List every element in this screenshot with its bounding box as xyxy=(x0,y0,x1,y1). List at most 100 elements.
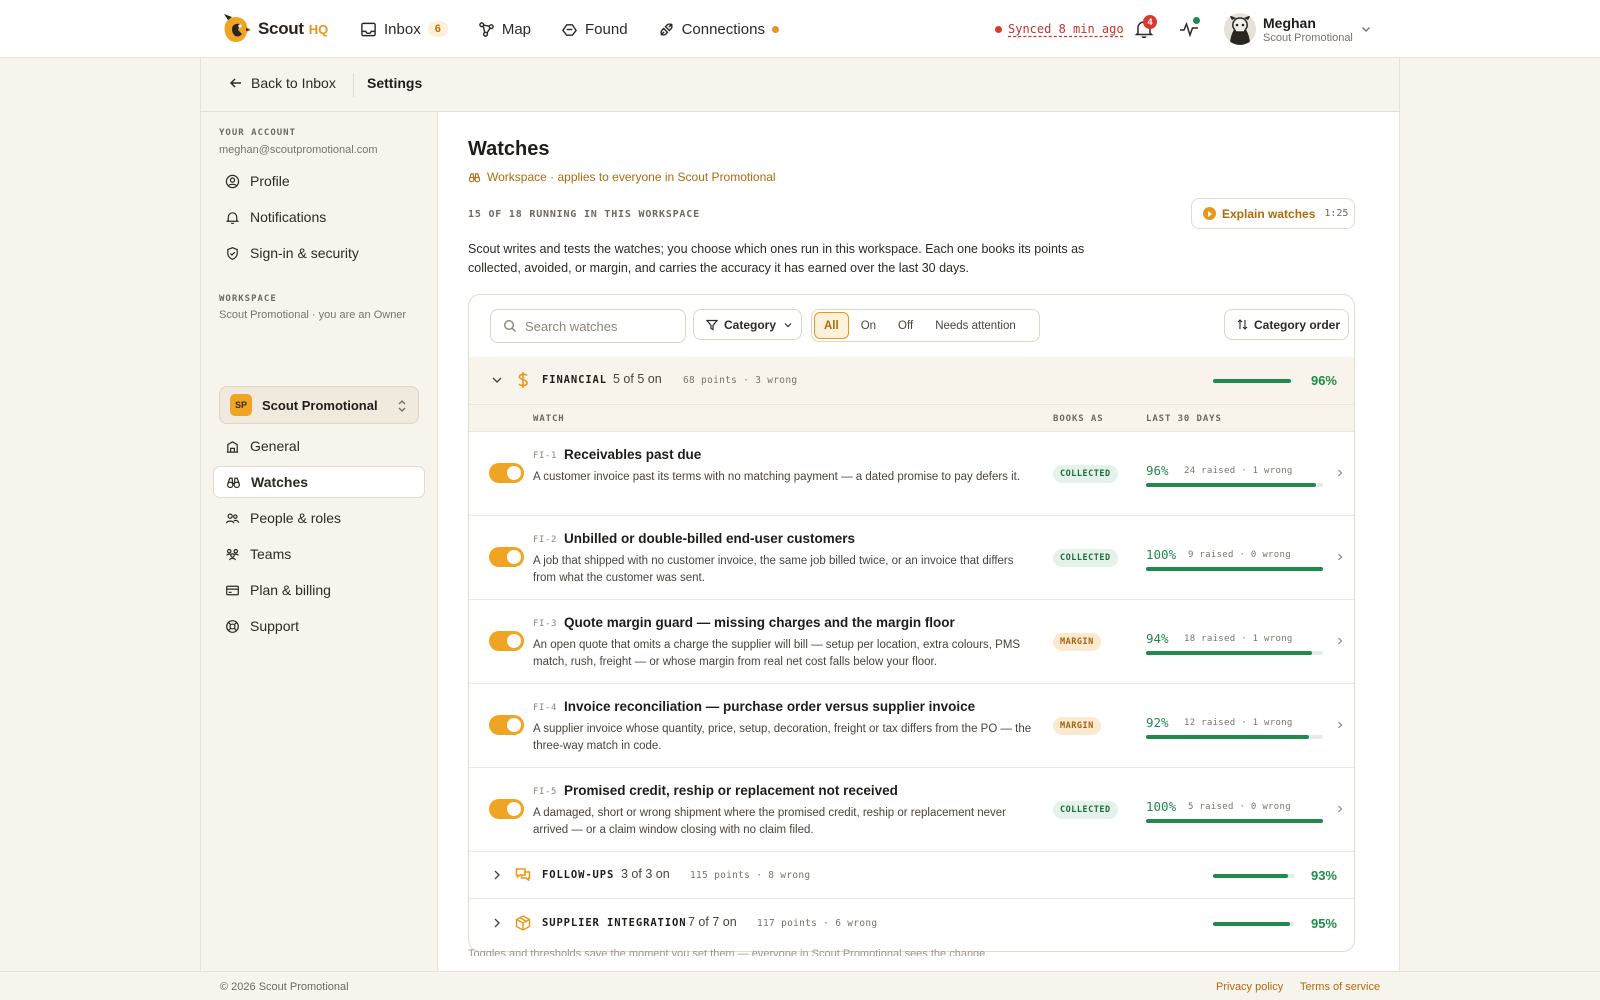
activity-status-dot xyxy=(1193,17,1200,24)
watch-accuracy-fill xyxy=(1146,483,1316,487)
table-row[interactable]: FI-1 Receivables past due A customer inv… xyxy=(469,432,1354,516)
category-order-button[interactable]: Category order xyxy=(1224,309,1349,340)
sidebar-item-profile[interactable]: Profile xyxy=(213,165,425,197)
chevron-down-icon[interactable] xyxy=(1360,23,1372,35)
sidebar-item-label: Support xyxy=(250,618,300,634)
filter-needs-attention[interactable]: Needs attention xyxy=(925,312,1026,339)
watches-toolbar: Search watches Category All On Off Needs… xyxy=(469,295,1354,357)
watch-toggle[interactable] xyxy=(489,631,524,651)
running-count: 15 OF 18 RUNNING IN THIS WORKSPACE xyxy=(468,209,700,220)
sidebar-item-label: People & roles xyxy=(250,510,342,526)
category-row-financial[interactable]: FINANCIAL 5 of 5 on 68 points · 3 wrong … xyxy=(469,357,1354,404)
card-icon xyxy=(226,585,239,595)
chevron-right-icon[interactable] xyxy=(1335,804,1345,814)
watch-toggle[interactable] xyxy=(489,799,524,819)
sidebar-item-label: Notifications xyxy=(250,209,327,225)
chevron-right-icon[interactable] xyxy=(1335,552,1345,562)
watch-toggle[interactable] xyxy=(489,547,524,567)
watch-accuracy-bar xyxy=(1146,567,1323,571)
watch-accuracy-fill xyxy=(1146,651,1313,655)
nav-connections[interactable]: Connections xyxy=(658,21,779,38)
watch-accuracy-fill xyxy=(1146,567,1323,571)
table-row[interactable]: FI-4 Invoice reconciliation — purchase o… xyxy=(469,684,1354,768)
search-input[interactable]: Search watches xyxy=(490,309,686,343)
nav-map[interactable]: Map xyxy=(478,21,531,38)
search-icon xyxy=(503,319,516,332)
package-icon xyxy=(515,915,531,931)
sidebar-item-billing[interactable]: Plan & billing xyxy=(213,574,425,606)
connections-alert-dot xyxy=(771,25,779,33)
category-filter-label: Category xyxy=(724,317,777,332)
chevron-right-icon[interactable] xyxy=(1335,636,1345,646)
watch-accuracy-percent: 94% xyxy=(1146,631,1169,646)
watch-accuracy-percent: 96% xyxy=(1146,463,1169,478)
map-nodes-icon xyxy=(479,21,494,37)
watch-accuracy-fill xyxy=(1146,735,1309,739)
settings-panel: Back to Inbox Settings YOUR ACCOUNT megh… xyxy=(200,58,1400,971)
explain-watches-button[interactable]: Explain watches 1:25 xyxy=(1191,198,1355,229)
workspace-role: Scout Promotional · you are an Owner xyxy=(219,309,407,321)
chevron-down-icon xyxy=(784,322,792,327)
category-row-supplier-integration[interactable]: SUPPLIER INTEGRATION 7 of 7 on 117 point… xyxy=(469,900,1354,947)
category-filter-button[interactable]: Category xyxy=(693,309,802,340)
sidebar-item-general[interactable]: General xyxy=(213,430,425,462)
category-name: FINANCIAL xyxy=(542,374,607,386)
watch-stats: 9 raised · 0 wrong xyxy=(1188,550,1291,560)
watch-toggle[interactable] xyxy=(489,715,524,735)
sidebar-item-watches[interactable]: Watches xyxy=(213,466,425,498)
chevron-right-icon xyxy=(494,870,500,880)
watch-description: An open quote that omits a charge the su… xyxy=(533,639,1021,668)
sidebar-item-label: Profile xyxy=(250,173,290,189)
inbox-icon xyxy=(361,22,376,36)
privacy-policy-link[interactable]: Privacy policy xyxy=(1216,981,1283,993)
category-accuracy-fill xyxy=(1213,874,1289,878)
avatar[interactable] xyxy=(1224,13,1256,45)
user-name: Meghan xyxy=(1263,15,1316,31)
watch-title: Receivables past due xyxy=(564,447,702,462)
sidebar-item-teams[interactable]: Teams xyxy=(213,538,425,570)
watch-table-header: WATCH BOOKS AS LAST 30 DAYS xyxy=(469,404,1354,432)
brand-suffix: HQ xyxy=(308,21,329,37)
sync-status[interactable]: Synced 8 min ago xyxy=(995,22,1124,36)
sidebar-item-people[interactable]: People & roles xyxy=(213,502,425,534)
category-accuracy-percent: 95% xyxy=(1310,916,1337,931)
sidebar-item-support[interactable]: Support xyxy=(213,610,425,642)
category-accuracy-fill xyxy=(1213,379,1291,383)
watches-card: Search watches Category All On Off Needs… xyxy=(468,294,1355,952)
nav-found[interactable]: Found xyxy=(561,21,628,38)
user-menu[interactable]: Meghan Scout Promotional xyxy=(1263,15,1353,44)
nav-inbox[interactable]: Inbox 6 xyxy=(360,21,448,38)
workspace-name: Scout Promotional xyxy=(262,397,378,413)
category-name: SUPPLIER INTEGRATION xyxy=(542,917,687,929)
brand-name: Scout xyxy=(258,19,304,38)
sync-status-text: Synced 8 min ago xyxy=(1008,22,1124,36)
back-to-inbox-link[interactable]: Back to Inbox xyxy=(229,75,336,91)
filter-on[interactable]: On xyxy=(851,312,886,339)
sidebar-item-notifications[interactable]: Notifications xyxy=(213,201,425,233)
column-books-as: BOOKS AS xyxy=(1053,414,1104,424)
table-row[interactable]: FI-3 Quote margin guard — missing charge… xyxy=(469,600,1354,684)
building-icon xyxy=(226,440,239,453)
category-name: FOLLOW-UPS xyxy=(542,869,615,881)
category-accuracy-bar xyxy=(1213,379,1294,383)
category-row-follow-ups[interactable]: FOLLOW-UPS 3 of 3 on 115 points · 8 wron… xyxy=(469,852,1354,899)
sync-error-dot xyxy=(995,25,1002,33)
watch-code: FI-4 xyxy=(533,703,558,713)
watch-accuracy-bar xyxy=(1146,819,1323,823)
workspace-section-label: WORKSPACE xyxy=(219,294,277,304)
watch-toggle[interactable] xyxy=(489,463,524,483)
watch-accuracy-percent: 100% xyxy=(1146,799,1177,814)
filter-off[interactable]: Off xyxy=(888,312,923,339)
table-row[interactable]: FI-2 Unbilled or double-billed end-user … xyxy=(469,516,1354,600)
terms-of-service-link[interactable]: Terms of service xyxy=(1300,981,1380,993)
brand-logo[interactable]: Scout HQ xyxy=(220,12,328,46)
workspace-switcher[interactable]: SP Scout Promotional xyxy=(219,386,419,424)
inbox-count-badge: 6 xyxy=(427,21,448,37)
filter-all[interactable]: All xyxy=(814,312,849,339)
sidebar-item-label: Watches xyxy=(251,474,309,490)
category-stats: 68 points · 3 wrong xyxy=(683,375,798,386)
table-row[interactable]: FI-5 Promised credit, reship or replacem… xyxy=(469,768,1354,852)
chevron-right-icon[interactable] xyxy=(1335,468,1345,478)
chevron-right-icon[interactable] xyxy=(1335,720,1345,730)
sidebar-item-security[interactable]: Sign-in & security xyxy=(213,237,425,269)
